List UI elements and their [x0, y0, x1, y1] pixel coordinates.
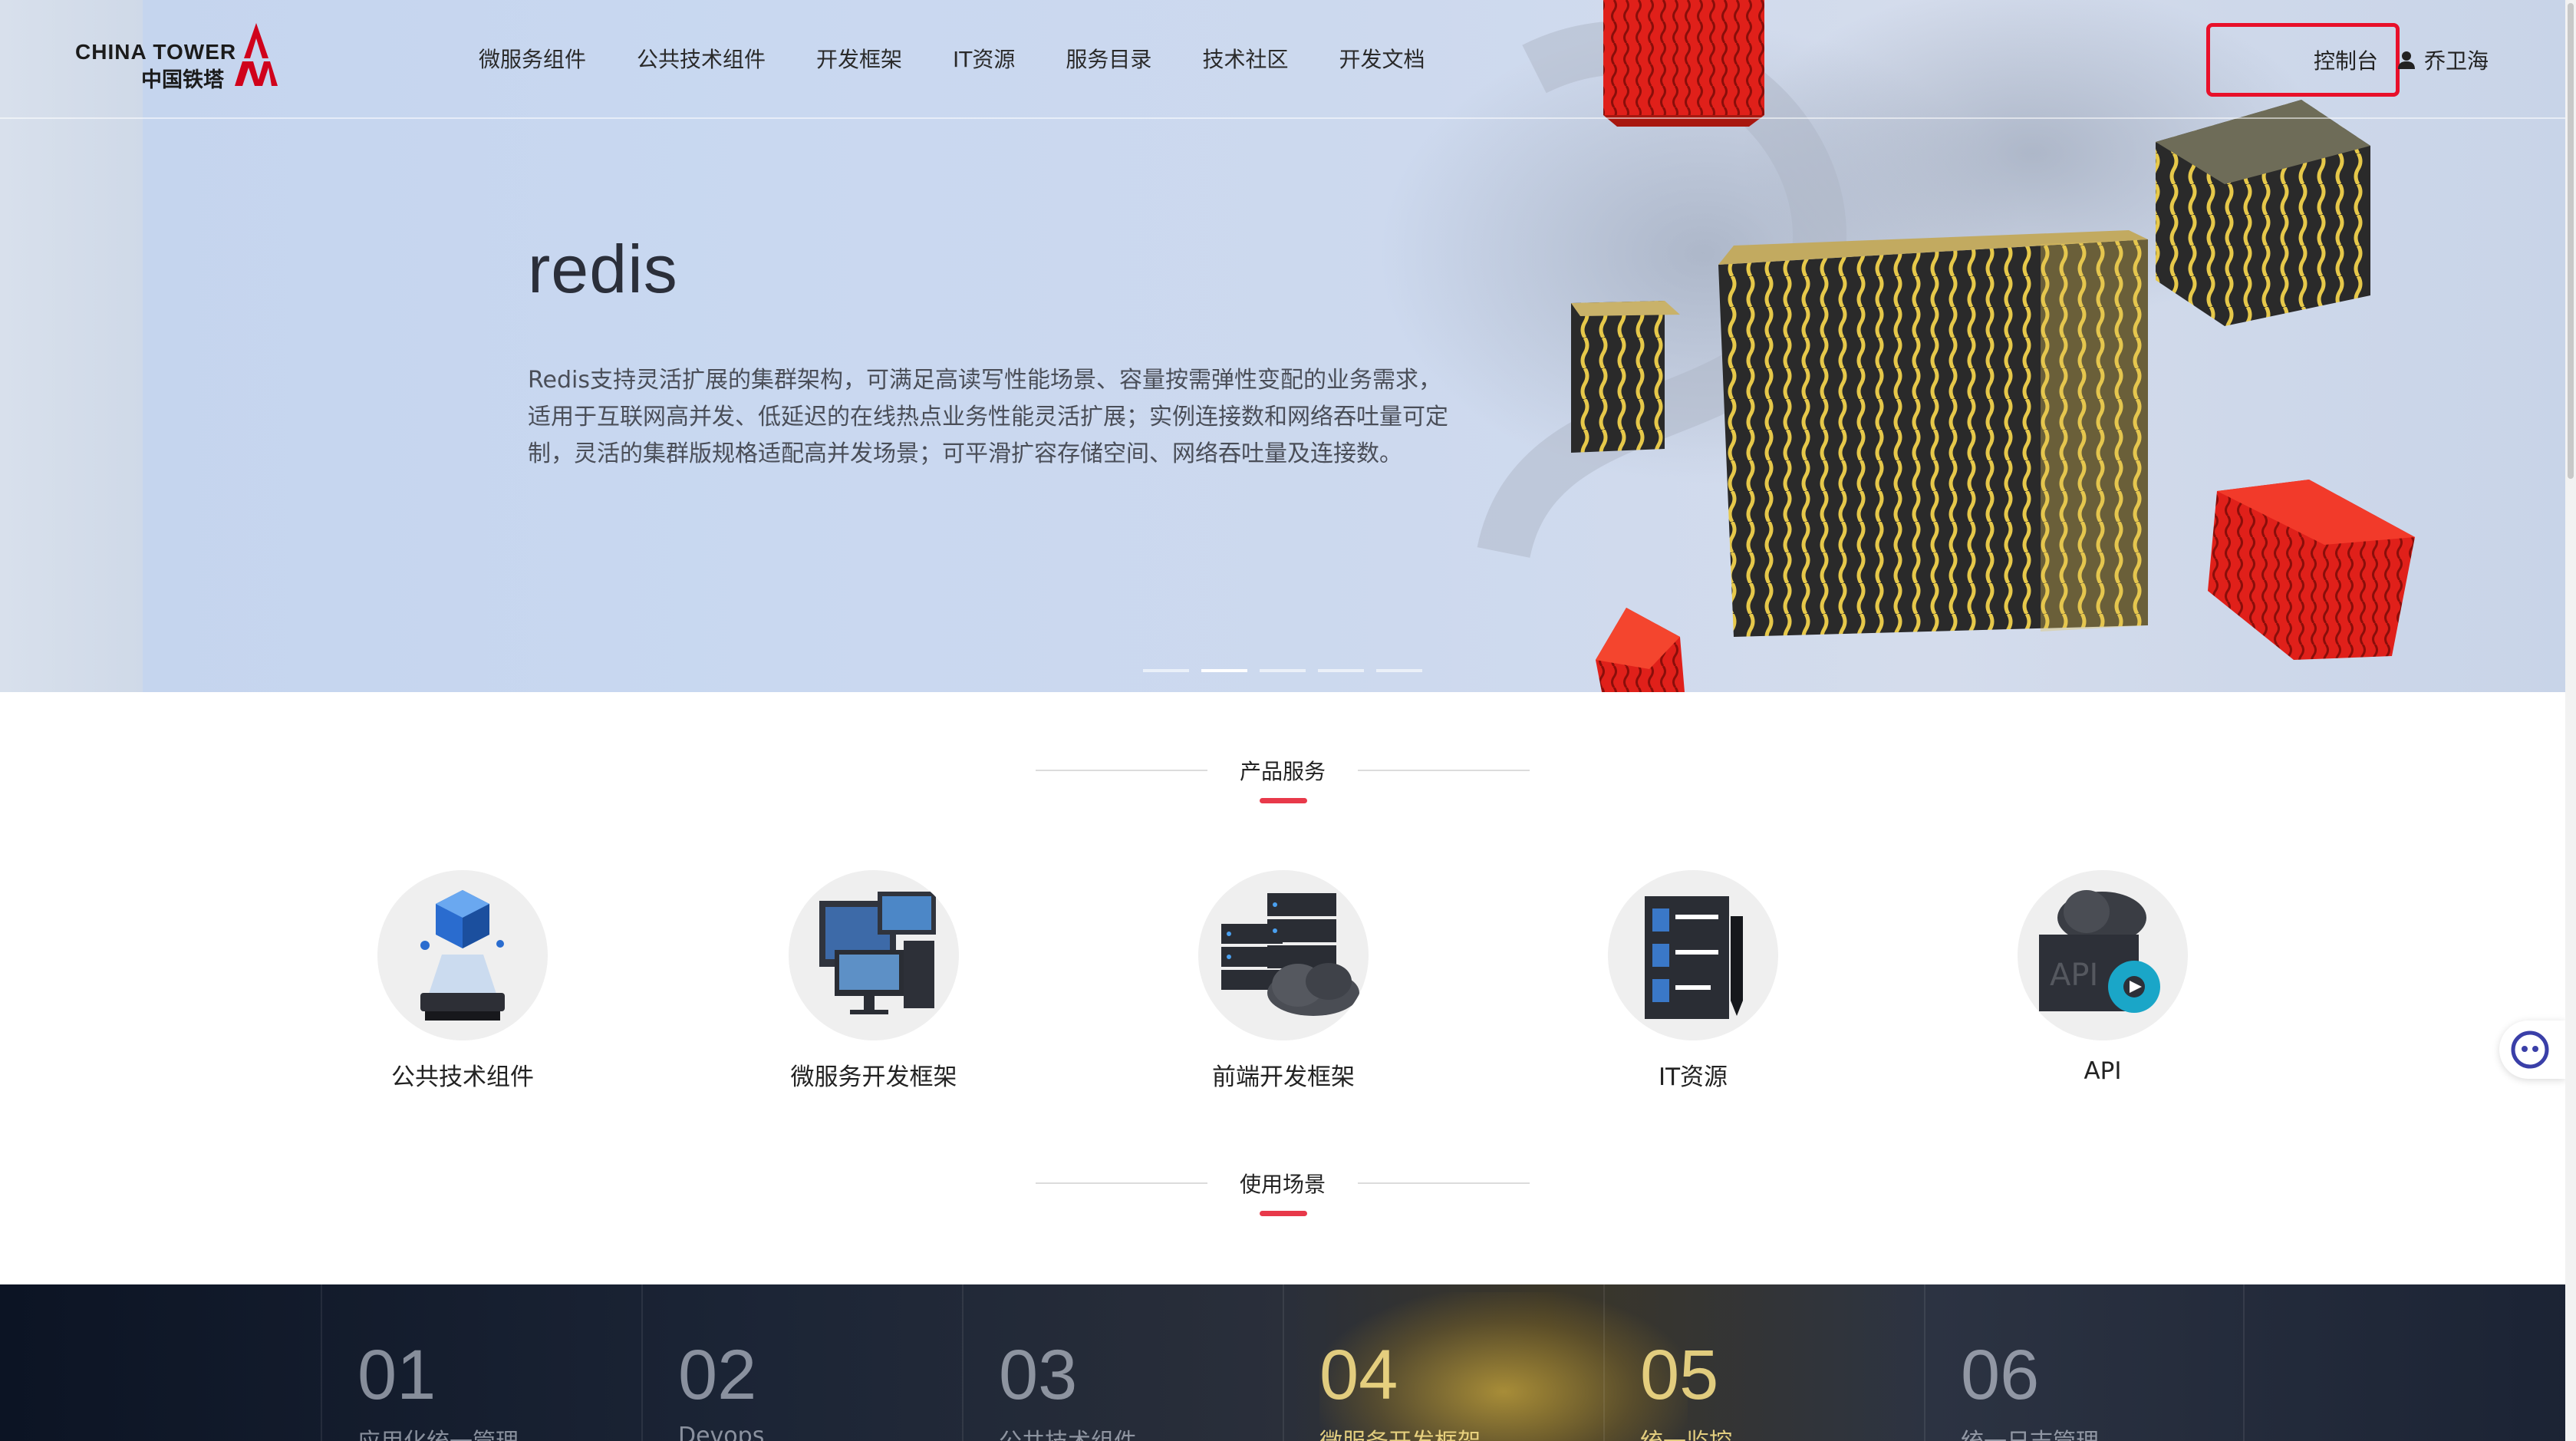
monitors-icon [819, 892, 936, 1014]
scenario-name: 应用化统一管理 [357, 1423, 519, 1441]
scenario-name: Devops [678, 1423, 765, 1441]
user-name: 乔卫海 [2424, 48, 2489, 74]
nav-dev-framework[interactable]: 开发框架 [816, 43, 902, 74]
hero-description: Redis支持灵活扩展的集群架构，可满足高读写性能场景、容量按需弹性变配的业务需… [528, 367, 1448, 467]
checklist-pen-icon [1645, 896, 1743, 1019]
product-label: IT资源 [1658, 1063, 1728, 1091]
product-label: 前端开发框架 [1212, 1063, 1355, 1091]
scenario-number: 04 [1319, 1336, 1398, 1414]
product-icon-circle [1608, 870, 1778, 1040]
product-microservice-framework[interactable]: 微服务开发框架 [759, 870, 989, 1092]
china-tower-logo[interactable]: CHINA TOWER 中国铁塔 [75, 21, 282, 92]
product-common-tech-components[interactable]: 公共技术组件 [348, 870, 578, 1092]
scenario-card-01[interactable]: 01 应用化统一管理 [321, 1284, 641, 1441]
scenario-name: 统一日志管理 [1961, 1423, 2099, 1441]
svg-text:API: API [2050, 958, 2098, 993]
carousel-dot-4[interactable] [1318, 669, 1364, 672]
nav-common-tech-components[interactable]: 公共技术组件 [637, 43, 766, 74]
scenario-name: 公共技术组件 [999, 1423, 1137, 1441]
product-label: API [2084, 1057, 2122, 1085]
top-header: CHINA TOWER 中国铁塔 微服务组件 公共技术组件 开发框架 IT资源 … [0, 0, 2576, 119]
scenarios-section-heading: 使用场景 [1036, 1168, 1530, 1222]
product-label: 公共技术组件 [391, 1063, 534, 1091]
console-link[interactable]: 控制台 [2314, 45, 2378, 75]
heading-accent-bar [1260, 1211, 1307, 1216]
logo-chinese-text: 中国铁塔 [141, 68, 224, 92]
scenario-name: 统一监控 [1640, 1423, 1732, 1441]
scenario-number: 03 [999, 1336, 1078, 1414]
products-section-heading: 产品服务 [1036, 755, 1530, 809]
floating-assistant-button[interactable] [2499, 1021, 2565, 1079]
carousel-dot-3[interactable] [1260, 669, 1306, 672]
carousel-dot-1[interactable] [1143, 669, 1189, 672]
product-label: 微服务开发框架 [790, 1063, 957, 1091]
scrollbar-thumb[interactable] [2568, 3, 2574, 479]
product-api[interactable]: API API [1988, 870, 2218, 1085]
page-scrollbar[interactable] [2565, 0, 2576, 1441]
hologram-cube-icon [420, 890, 505, 1021]
product-icon-circle [377, 870, 548, 1040]
scenario-card-03[interactable]: 03 公共技术组件 [962, 1284, 1283, 1441]
nav-it-resources[interactable]: IT资源 [953, 43, 1015, 74]
heading-divider-right [1358, 770, 1530, 771]
product-icon-circle [789, 870, 959, 1040]
scenario-number: 01 [357, 1336, 436, 1414]
nav-dev-docs[interactable]: 开发文档 [1339, 43, 1425, 74]
carousel-indicators [1143, 669, 1422, 672]
product-it-resources[interactable]: IT资源 [1578, 870, 1808, 1092]
logo-english-text: CHINA TOWER [75, 40, 237, 64]
product-frontend-framework[interactable]: 前端开发框架 [1168, 870, 1398, 1092]
robot-face-icon [2511, 1030, 2549, 1069]
carousel-dot-2[interactable] [1201, 669, 1247, 672]
scenario-card-05[interactable]: 05 统一监控 [1603, 1284, 1924, 1441]
scenarios-strip: 01 应用化统一管理 02 Devops 03 公共技术组件 04 微服务开发框… [0, 1284, 2576, 1441]
scenario-number: 06 [1961, 1336, 2040, 1414]
main-nav: 微服务组件 公共技术组件 开发框架 IT资源 服务目录 技术社区 开发文档 [479, 43, 1475, 74]
hero-title: redis [528, 231, 678, 307]
user-icon [2398, 51, 2415, 69]
api-cloud-gear-icon: API [2039, 890, 2160, 1013]
user-menu[interactable]: 乔卫海 [2398, 45, 2489, 75]
server-cloud-icon [1221, 893, 1359, 1016]
nav-microservice-components[interactable]: 微服务组件 [479, 43, 586, 74]
product-icon-circle [1198, 870, 1369, 1040]
carousel-dot-5[interactable] [1376, 669, 1422, 672]
nav-service-catalog[interactable]: 服务目录 [1066, 43, 1151, 74]
scenario-card-06[interactable]: 06 统一日志管理 [1924, 1284, 2245, 1441]
tower-logo-icon [235, 23, 278, 86]
scenario-card-02[interactable]: 02 Devops [641, 1284, 962, 1441]
scenario-number: 05 [1640, 1336, 1719, 1414]
heading-accent-bar [1260, 798, 1307, 803]
nav-tech-community[interactable]: 技术社区 [1202, 43, 1288, 74]
product-icon-circle: API [2018, 870, 2188, 1040]
scenario-name: 微服务开发框架 [1319, 1423, 1481, 1441]
scenario-card-04[interactable]: 04 微服务开发框架 [1283, 1284, 1603, 1441]
scenario-number: 02 [678, 1336, 757, 1414]
heading-divider-right [1358, 1182, 1530, 1184]
